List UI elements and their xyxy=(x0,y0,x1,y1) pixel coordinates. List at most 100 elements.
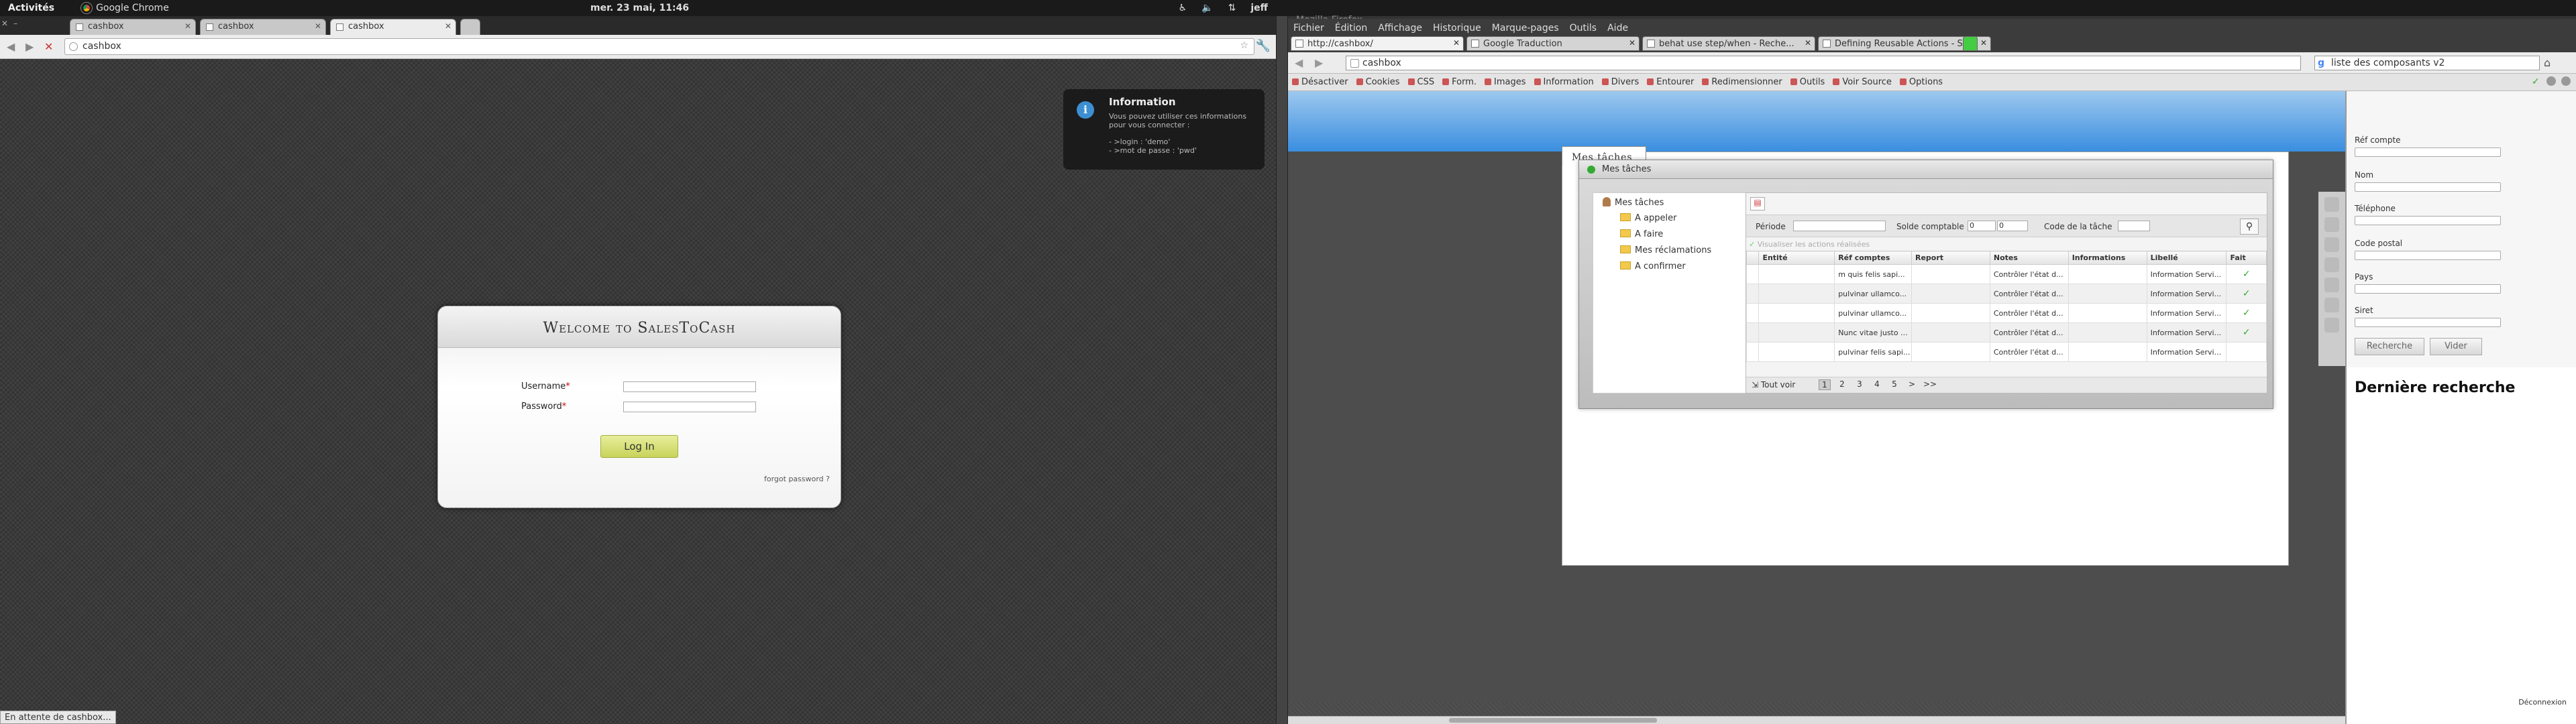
col-report[interactable]: Report xyxy=(1911,251,1990,265)
dev-options[interactable]: Options xyxy=(1900,77,1943,90)
volume-icon[interactable]: 🔈 xyxy=(1201,3,1213,13)
chrome-tab-2[interactable]: cashbox ✕ xyxy=(200,19,326,35)
menu-outils[interactable]: Outils xyxy=(1570,23,1597,35)
dev-css[interactable]: CSS xyxy=(1408,77,1435,90)
filter-solde-from[interactable]: 0 xyxy=(1968,221,1996,231)
export-icon[interactable]: ▤ xyxy=(1750,197,1765,210)
tool-icon[interactable] xyxy=(2324,217,2339,232)
firefox-address-bar[interactable]: cashbox xyxy=(1346,56,2301,70)
close-tab-icon[interactable]: ✕ xyxy=(1805,38,1811,48)
user-menu[interactable]: jeff xyxy=(1250,3,1268,13)
close-tab-icon[interactable]: ✕ xyxy=(1453,38,1460,48)
new-tab-button[interactable] xyxy=(1963,36,1978,51)
col-fait[interactable]: Fait xyxy=(2226,251,2267,265)
menu-affichage[interactable]: Affichage xyxy=(1378,23,1422,35)
password-input[interactable] xyxy=(623,402,756,412)
close-tab-icon[interactable]: ✕ xyxy=(445,21,451,31)
tree-item-a-faire[interactable]: A faire xyxy=(1620,229,1663,239)
close-tab-icon[interactable]: ✕ xyxy=(184,21,191,31)
field-code-postal-input[interactable] xyxy=(2355,251,2501,260)
scrollbar-thumb[interactable] xyxy=(1449,718,1657,723)
col-select[interactable] xyxy=(1746,251,1760,265)
col-notes[interactable]: Notes xyxy=(1989,251,2069,265)
menu-historique[interactable]: Historique xyxy=(1433,23,1481,35)
show-done-toggle[interactable]: ✓ Visualiser les actions réalisées xyxy=(1749,240,1870,249)
horizontal-scrollbar[interactable] xyxy=(1288,716,2345,724)
login-button[interactable]: Log In xyxy=(600,435,678,458)
col-entite[interactable]: Entité xyxy=(1758,251,1835,265)
row-select[interactable] xyxy=(1746,303,1760,323)
field-ref-compte-input[interactable] xyxy=(2355,147,2501,157)
home-icon[interactable]: ⌂ xyxy=(2544,56,2551,69)
stop-icon[interactable]: ✕ xyxy=(44,40,53,53)
table-row[interactable]: pulvinar ullamco... Contrôler l'état d...… xyxy=(1746,303,2267,323)
dev-images[interactable]: Images xyxy=(1485,77,1526,90)
tool-icon[interactable] xyxy=(2324,298,2339,312)
page-last[interactable]: >> xyxy=(1923,379,1937,390)
row-select[interactable] xyxy=(1746,264,1760,284)
clear-button[interactable]: Vider xyxy=(2430,338,2482,355)
close-icon[interactable]: ✕ xyxy=(1,19,8,28)
forgot-password-link[interactable]: forgot password ? xyxy=(764,475,830,483)
chart-icon[interactable] xyxy=(2324,257,2339,272)
chrome-tab-3[interactable]: cashbox ✕ xyxy=(330,19,456,35)
menu-edition[interactable]: Édition xyxy=(1335,23,1367,35)
accessibility-icon[interactable]: ♿ xyxy=(1179,3,1187,13)
close-tab-icon[interactable]: ✕ xyxy=(1629,38,1635,48)
table-row[interactable]: Nunc vitae justo ... Contrôler l'état d..… xyxy=(1746,322,2267,343)
filter-periode-input[interactable] xyxy=(1793,221,1886,231)
address-bar[interactable]: cashbox ☆ xyxy=(64,38,1254,55)
star-icon[interactable]: ☆ xyxy=(1240,40,1248,51)
network-icon[interactable]: ⇅ xyxy=(1228,3,1236,13)
forward-icon[interactable]: ▶ xyxy=(25,40,34,53)
tool-icon[interactable] xyxy=(2324,237,2339,252)
table-row[interactable]: m quis felis sapi... Contrôler l'état d..… xyxy=(1746,264,2267,284)
table-row[interactable]: pulvinar ullamco... Contrôler l'état d...… xyxy=(1746,284,2267,304)
tree-root[interactable]: Mes tâches xyxy=(1603,197,1664,208)
field-siret-input[interactable] xyxy=(2355,318,2501,327)
username-input[interactable] xyxy=(623,381,756,392)
dev-cookies[interactable]: Cookies xyxy=(1356,77,1400,90)
page-3[interactable]: 3 xyxy=(1854,379,1866,390)
col-ref-comptes[interactable]: Réf comptes xyxy=(1834,251,1912,265)
page-2[interactable]: 2 xyxy=(1836,379,1848,390)
logout-link[interactable]: Déconnexion xyxy=(2518,698,2567,707)
show-all-link[interactable]: ⇲ Tout voir xyxy=(1752,380,1795,389)
tool-icon[interactable] xyxy=(2324,318,2339,333)
page-1[interactable]: 1 xyxy=(1819,379,1831,390)
row-select[interactable] xyxy=(1746,284,1760,304)
filter-solde-to[interactable]: 0 xyxy=(1997,221,2028,231)
page-4[interactable]: 4 xyxy=(1871,379,1883,390)
forward-icon[interactable]: ▶ xyxy=(1315,56,1323,69)
dev-voir-source[interactable]: Voir Source xyxy=(1833,77,1892,90)
tree-item-a-confirmer[interactable]: A confirmer xyxy=(1620,261,1686,272)
tree-item-reclamations[interactable]: Mes réclamations xyxy=(1620,245,1711,255)
field-telephone-input[interactable] xyxy=(2355,216,2501,225)
close-tab-icon[interactable]: ✕ xyxy=(315,21,321,31)
dev-outils[interactable]: Outils xyxy=(1790,77,1825,90)
row-select[interactable] xyxy=(1746,322,1760,343)
dev-entourer[interactable]: Entourer xyxy=(1647,77,1694,90)
dev-desactiver[interactable]: Désactiver xyxy=(1292,77,1348,90)
field-pays-input[interactable] xyxy=(2355,284,2501,294)
menu-marque-pages[interactable]: Marque-pages xyxy=(1492,23,1559,35)
back-icon[interactable]: ◀ xyxy=(7,40,15,53)
activities-button[interactable]: Activités xyxy=(8,3,54,13)
row-select[interactable] xyxy=(1746,342,1760,362)
tree-item-a-appeler[interactable]: A appeler xyxy=(1620,213,1676,223)
wrench-icon[interactable]: 🔧 xyxy=(1256,39,1271,53)
tool-icon[interactable] xyxy=(2324,197,2339,212)
filter-code-input[interactable] xyxy=(2118,221,2150,231)
firefox-tab-1[interactable]: http://cashbox/ ✕ xyxy=(1291,36,1464,51)
firefox-tab-2[interactable]: Google Traduction ✕ xyxy=(1466,36,1640,51)
chrome-tab-1[interactable]: cashbox ✕ xyxy=(70,19,196,35)
back-icon[interactable]: ◀ xyxy=(1295,56,1303,69)
close-tab-icon[interactable]: ✕ xyxy=(1980,38,1987,48)
col-libelle[interactable]: Libellé xyxy=(2146,251,2227,265)
tool-icon[interactable] xyxy=(2324,278,2339,292)
dev-divers[interactable]: Divers xyxy=(1602,77,1639,90)
dev-forms[interactable]: Form. xyxy=(1442,77,1477,90)
menu-aide[interactable]: Aide xyxy=(1607,23,1628,35)
search-icon[interactable]: ⚲ xyxy=(2240,219,2259,235)
page-next[interactable]: > xyxy=(1906,379,1918,390)
